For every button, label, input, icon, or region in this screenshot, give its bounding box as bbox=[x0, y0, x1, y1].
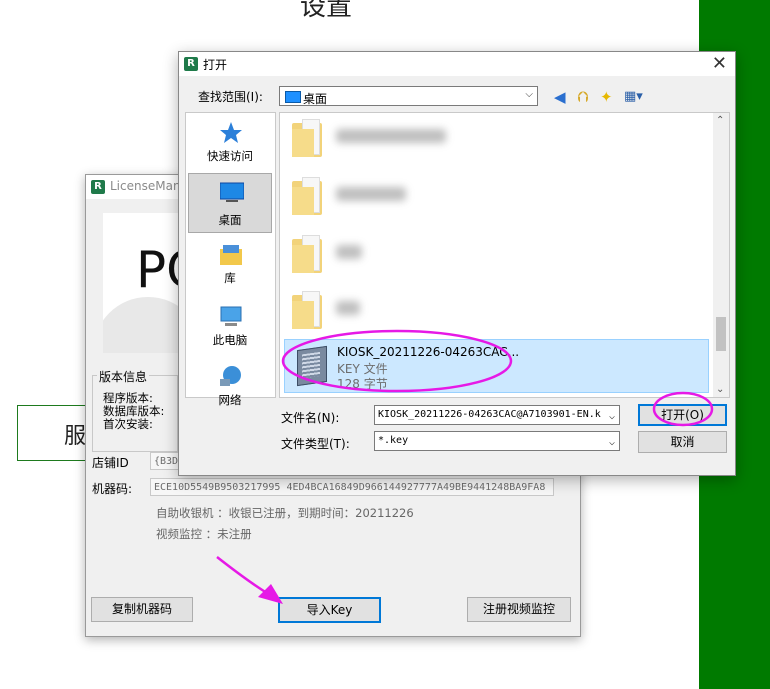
folder-icon bbox=[292, 119, 322, 157]
place-library[interactable]: 库 bbox=[188, 237, 272, 293]
close-icon[interactable]: ✕ bbox=[712, 53, 727, 74]
key-file-icon bbox=[291, 345, 329, 387]
folder-icon bbox=[292, 291, 322, 329]
register-video-button[interactable]: 注册视频监控 bbox=[467, 597, 571, 622]
up-folder-icon[interactable]: ⮉ bbox=[577, 88, 588, 106]
place-label: 快速访问 bbox=[207, 149, 253, 163]
place-desktop[interactable]: 桌面 bbox=[188, 173, 272, 233]
new-folder-icon[interactable]: ✦ bbox=[600, 88, 613, 106]
version-info-legend: 版本信息 bbox=[97, 368, 150, 385]
place-this-pc[interactable]: 此电脑 bbox=[188, 299, 272, 355]
logo-text: PC bbox=[136, 241, 183, 299]
cancel-button[interactable]: 取消 bbox=[638, 431, 727, 453]
blurred-file-name bbox=[336, 301, 360, 315]
chevron-down-icon: ⌵ bbox=[525, 89, 533, 100]
blurred-file-name bbox=[336, 129, 446, 143]
file-name-combo[interactable]: KIOSK_20211226-04263CAC@A7103901-EN.k ⌵ bbox=[374, 405, 620, 425]
chevron-down-icon[interactable]: ⌵ bbox=[606, 434, 615, 450]
file-name: KIOSK_20211226-04263CAC... bbox=[337, 345, 520, 359]
network-icon bbox=[220, 366, 241, 386]
computer-icon bbox=[220, 306, 242, 326]
file-name-value: KIOSK_20211226-04263CAC@A7103901-EN.k bbox=[378, 409, 601, 420]
list-item[interactable] bbox=[284, 171, 709, 223]
place-label: 此电脑 bbox=[212, 333, 248, 347]
logo-area: PC bbox=[103, 213, 183, 353]
chevron-up-icon[interactable]: ⌃ bbox=[716, 115, 724, 126]
store-id-label: 店铺ID bbox=[92, 456, 129, 470]
kiosk-status: 自助收银机 ：收银已注册，到期时间：20211226 bbox=[156, 506, 414, 520]
place-label: 库 bbox=[224, 271, 236, 285]
file-type-combo[interactable]: *.key ⌵ bbox=[374, 431, 620, 451]
list-item[interactable] bbox=[284, 229, 709, 281]
place-label: 网络 bbox=[218, 393, 242, 407]
file-type-value: *.key bbox=[378, 435, 409, 446]
open-button[interactable]: 打开(O) bbox=[638, 404, 727, 426]
chevron-down-icon[interactable]: ⌵ bbox=[606, 408, 615, 424]
app-icon: R bbox=[184, 57, 198, 71]
folder-icon bbox=[292, 177, 322, 215]
background-button-label: 服 bbox=[64, 424, 87, 449]
video-status: 视频监控 ：未注册 bbox=[156, 527, 252, 541]
star-icon bbox=[220, 122, 242, 143]
back-icon[interactable]: ◀ bbox=[554, 88, 566, 106]
places-bar: 快速访问 桌面 库 此电脑 网络 bbox=[185, 112, 276, 407]
background-page-title: 设置 bbox=[300, 0, 353, 22]
list-item[interactable] bbox=[284, 285, 709, 337]
file-list: KIOSK_20211226-04263CAC... KEY 文件 128 字节… bbox=[279, 112, 730, 398]
place-network[interactable]: 网络 bbox=[188, 359, 272, 415]
open-file-dialog: R 打开 ✕ 查找范围(I): 桌面 ⌵ ◀ ⮉ ✦ ▦▾ 快速访问 桌面 库 … bbox=[178, 51, 736, 476]
file-name-label: 文件名(N): bbox=[281, 411, 340, 425]
place-label: 桌面 bbox=[218, 213, 242, 227]
blurred-file-name bbox=[336, 245, 362, 259]
license-manager-title: LicenseMana bbox=[110, 179, 188, 193]
vertical-scrollbar[interactable]: ⌃ ⌄ bbox=[713, 113, 729, 397]
machine-code-field[interactable]: ECE10D5549B9503217995 4ED4BCA16849D96614… bbox=[150, 478, 554, 496]
background-button: 服 bbox=[17, 405, 89, 461]
view-menu-icon[interactable]: ▦▾ bbox=[624, 88, 643, 106]
scrollbar-thumb[interactable] bbox=[716, 317, 726, 351]
list-item[interactable] bbox=[284, 113, 709, 165]
desktop-icon bbox=[285, 91, 301, 103]
look-in-value: 桌面 bbox=[303, 92, 328, 106]
version-info-group: 版本信息 程序版本: 数据库版本: 首次安装: bbox=[92, 368, 178, 452]
folder-icon bbox=[292, 235, 322, 273]
copy-machine-code-button[interactable]: 复制机器码 bbox=[91, 597, 193, 622]
blurred-file-name bbox=[336, 187, 406, 201]
import-key-button[interactable]: 导入Key bbox=[278, 597, 381, 623]
look-in-combo[interactable]: 桌面 ⌵ bbox=[279, 86, 538, 106]
file-size: 128 字节 bbox=[337, 377, 388, 391]
place-quick-access[interactable]: 快速访问 bbox=[188, 115, 272, 171]
selected-key-file[interactable]: KIOSK_20211226-04263CAC... KEY 文件 128 字节 bbox=[284, 339, 709, 393]
machine-code-label: 机器码: bbox=[92, 482, 133, 496]
first-install-label: 首次安装: bbox=[103, 417, 153, 431]
logo-circle bbox=[103, 297, 183, 353]
chevron-down-icon[interactable]: ⌄ bbox=[716, 384, 724, 395]
file-type-label: 文件类型(T): bbox=[281, 437, 350, 451]
app-icon: R bbox=[91, 180, 105, 194]
look-in-label: 查找范围(I): bbox=[198, 90, 263, 104]
library-icon bbox=[220, 245, 242, 265]
dialog-titlebar[interactable]: R 打开 ✕ bbox=[179, 52, 735, 76]
desktop-icon bbox=[220, 182, 244, 202]
dialog-title: 打开 bbox=[203, 58, 228, 72]
store-id-field[interactable]: {B3D bbox=[150, 452, 180, 470]
